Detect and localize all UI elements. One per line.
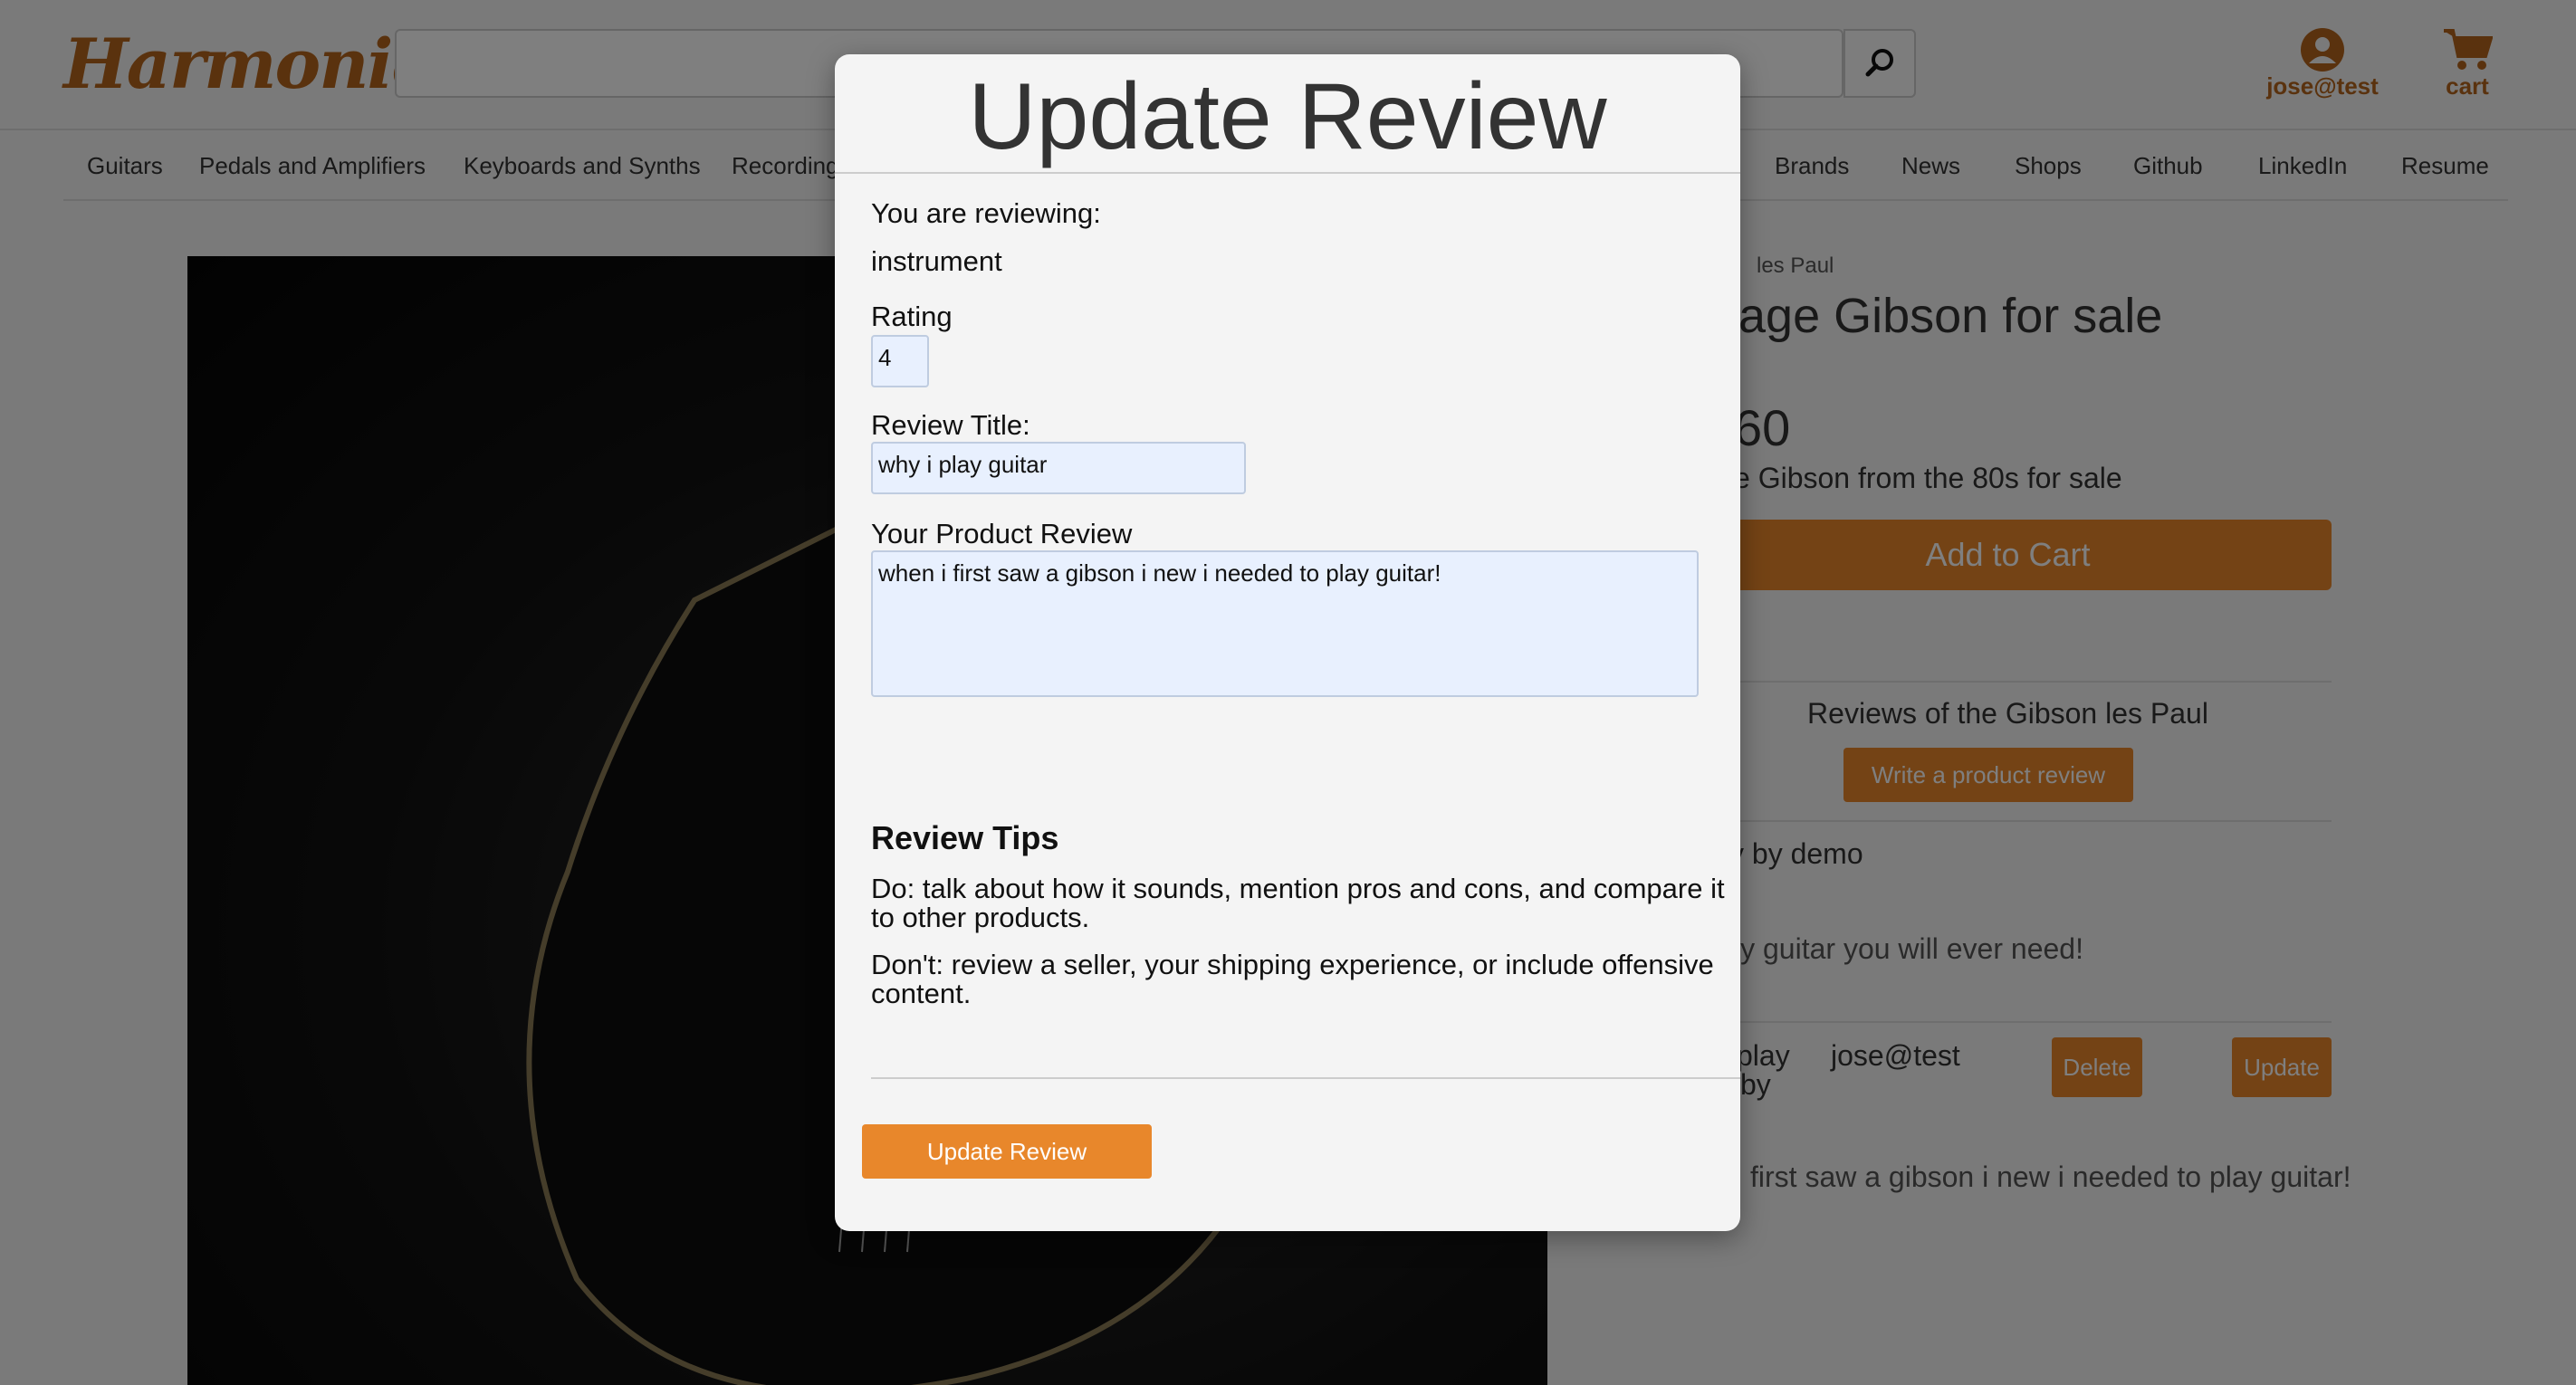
review-tips-heading: Review Tips [871, 819, 1059, 856]
review-title-input[interactable]: why i play guitar [871, 442, 1246, 494]
submit-update-review-button[interactable]: Update Review [862, 1124, 1152, 1179]
update-review-modal: Update Review You are reviewing: instrum… [835, 54, 1740, 1231]
divider [835, 172, 1740, 174]
product-review-label: Your Product Review [871, 518, 1133, 549]
tip-do: Do: talk about how it sounds, mention pr… [871, 873, 1725, 933]
product-review-textarea[interactable]: when i first saw a gibson i new i needed… [871, 550, 1699, 697]
tip-dont: Don't: review a seller, your shipping ex… [871, 949, 1714, 1009]
rating-label: Rating [871, 301, 953, 332]
modal-title: Update Review [968, 64, 1607, 169]
rating-input[interactable]: 4 [871, 335, 929, 387]
review-title-label: Review Title: [871, 409, 1030, 441]
divider [871, 1077, 1740, 1079]
reviewing-value: instrument [871, 245, 1002, 277]
reviewing-label: You are reviewing: [871, 197, 1101, 229]
